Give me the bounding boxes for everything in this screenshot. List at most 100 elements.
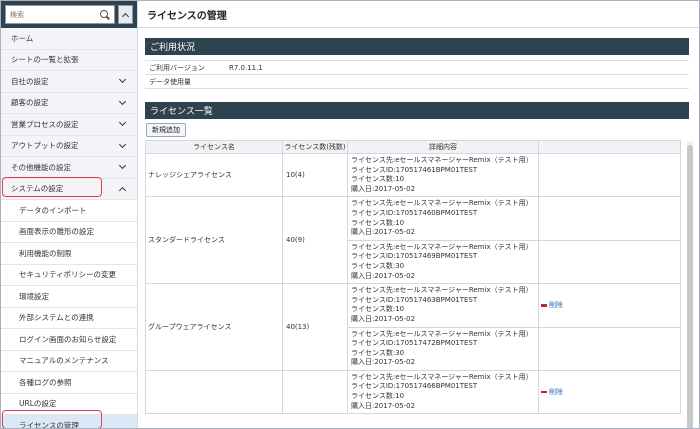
highlight-system-settings — [2, 177, 102, 197]
license-detail: ライセンス先:eセールスマネージャーRemix（テスト用） ライセンスID:17… — [347, 369, 539, 415]
license-detail: ライセンス先:eセールスマネージャーRemix（テスト用） ライセンスID:17… — [347, 196, 539, 241]
sidebar-subitem-environment[interactable]: 環境設定 — [1, 286, 137, 308]
license-count: 40(13) — [282, 283, 348, 371]
table-row: グループウェアライセンス 40(13) ライセンス先:eセールスマネージャーRe… — [145, 283, 681, 371]
detail-line: 購入日:2017-05-02 — [351, 401, 416, 410]
license-table: ライセンス名 ライセンス数(残数) 詳細内容 ナレッジシェアライセンス 10(4… — [145, 140, 681, 415]
detail-line: 購入日:2017-05-02 — [351, 271, 416, 280]
sidebar-item-other-settings[interactable]: その他機能の設定 — [1, 157, 137, 179]
column-header-action — [538, 140, 681, 154]
delete-button[interactable]: 削除 — [541, 300, 680, 310]
sidebar-subitem-login-notice[interactable]: ログイン画面のお知らせ設定 — [1, 329, 137, 351]
sidebar-subitem-label: 利用機能の制限 — [19, 248, 72, 258]
license-name[interactable] — [145, 369, 283, 415]
detail-line: 購入日:2017-05-02 — [351, 358, 416, 367]
detail-line: ライセンスID:170517472BPM01TEST — [351, 339, 478, 348]
license-action — [538, 196, 681, 241]
main-content: ライセンスの管理 ご利用状況 ご利用バージョン R7.0.11.1 データ使用量… — [138, 1, 699, 428]
sidebar-subitem-label: マニュアルのメンテナンス — [19, 356, 109, 366]
detail-line: 購入日:2017-05-02 — [351, 228, 416, 237]
sidebar: ホーム シートの一覧と拡張 自社の設定 顧客の設定 営業プロセスの設定 アウトプ… — [1, 1, 138, 428]
sidebar-subitem-data-import[interactable]: データのインポート — [1, 200, 137, 222]
license-action: 削除 — [538, 283, 681, 328]
add-license-button[interactable]: 新規追加 — [146, 123, 186, 137]
delete-button[interactable]: 削除 — [541, 387, 680, 397]
detail-line: 購入日:2017-05-02 — [351, 184, 416, 193]
sidebar-item-label: ホーム — [11, 33, 34, 43]
chevron-up-icon — [118, 186, 127, 194]
sidebar-item-sheets[interactable]: シートの一覧と拡張 — [1, 50, 137, 71]
usage-row-version: ご利用バージョン R7.0.11.1 — [145, 61, 689, 75]
data-usage-label: データ使用量 — [149, 77, 191, 86]
sidebar-item-label: シートの一覧と拡張 — [11, 55, 79, 65]
sidebar-search-bar — [1, 1, 137, 28]
chevron-down-icon — [118, 97, 127, 105]
sidebar-subitem-label: 各種ログの参照 — [19, 377, 72, 387]
sidebar-item-home[interactable]: ホーム — [1, 28, 137, 50]
delete-label: 削除 — [549, 388, 563, 397]
license-count: 10(4) — [282, 152, 348, 198]
license-section-header: ライセンス一覧 — [145, 102, 689, 119]
sidebar-subitem-security-policy[interactable]: セキュリティポリシーの変更 — [1, 264, 137, 286]
sidebar-item-label: 営業プロセスの設定 — [11, 119, 79, 129]
column-header-name: ライセンス名 — [145, 140, 283, 154]
sidebar-subitem-manual-maintenance[interactable]: マニュアルのメンテナンス — [1, 350, 137, 372]
sidebar-item-label: アウトプットの設定 — [11, 141, 79, 151]
chevron-up-icon — [121, 12, 130, 20]
sidebar-subitem-label: データのインポート — [19, 205, 87, 215]
sidebar-item-label: その他機能の設定 — [11, 162, 71, 172]
sidebar-subitem-label: URLの設定 — [19, 399, 57, 409]
sidebar-subitem-feature-restriction[interactable]: 利用機能の制限 — [1, 243, 137, 265]
detail-line: ライセンスID:170517466BPM01TEST — [351, 382, 478, 391]
license-name[interactable]: ナレッジシェアライセンス — [145, 152, 283, 198]
chevron-down-icon — [118, 119, 127, 127]
column-header-count: ライセンス数(残数) — [282, 140, 348, 154]
column-header-detail: 詳細内容 — [347, 140, 539, 154]
sidebar-item-output-settings[interactable]: アウトプットの設定 — [1, 136, 137, 157]
detail-line: ライセンス数:10 — [351, 175, 405, 184]
sidebar-subitem-label: 環境設定 — [19, 291, 49, 301]
scrollbar-thumb[interactable] — [687, 145, 693, 428]
license-detail: ライセンス先:eセールスマネージャーRemix（テスト用） ライセンスID:17… — [347, 152, 539, 198]
usage-row-data: データ使用量 — [145, 75, 689, 89]
sidebar-subitem-label: セキュリティポリシーの変更 — [19, 270, 117, 280]
detail-line: 購入日:2017-05-02 — [351, 314, 416, 323]
delete-label: 削除 — [549, 301, 563, 310]
license-detail: ライセンス先:eセールスマネージャーRemix（テスト用） ライセンスID:17… — [347, 283, 539, 328]
sidebar-item-company-settings[interactable]: 自社の設定 — [1, 71, 137, 93]
app-window: ホーム シートの一覧と拡張 自社の設定 顧客の設定 営業プロセスの設定 アウトプ… — [0, 0, 700, 429]
page-title: ライセンスの管理 — [147, 10, 227, 22]
search-icon[interactable] — [100, 9, 110, 20]
sidebar-collapse-button[interactable] — [118, 5, 133, 24]
sidebar-item-sales-process-settings[interactable]: 営業プロセスの設定 — [1, 114, 137, 136]
usage-section-header: ご利用状況 — [145, 38, 689, 55]
sidebar-subitem-logs[interactable]: 各種ログの参照 — [1, 372, 137, 394]
license-name[interactable]: スタンダードライセンス — [145, 196, 283, 285]
content-scrollbar[interactable] — [687, 141, 693, 428]
detail-line: ライセンス数:10 — [351, 218, 405, 227]
license-name[interactable]: グループウェアライセンス — [145, 283, 283, 371]
sidebar-subitem-label: ログイン画面のお知らせ設定 — [19, 334, 117, 344]
highlight-license-management — [2, 410, 102, 428]
license-detail: ライセンス先:eセールスマネージャーRemix（テスト用） ライセンスID:17… — [347, 326, 539, 371]
chevron-down-icon — [118, 140, 127, 148]
sidebar-subitem-display-template[interactable]: 画面表示の雛形の設定 — [1, 221, 137, 243]
detail-line: ライセンス数:10 — [351, 392, 405, 401]
detail-line: ライセンス先:eセールスマネージャーRemix（テスト用） — [351, 156, 533, 164]
section-title: ご利用状況 — [150, 43, 196, 53]
detail-line: ライセンス先:eセールスマネージャーRemix（テスト用） — [351, 372, 533, 381]
sidebar-subitem-external-integration[interactable]: 外部システムとの連携 — [1, 307, 137, 329]
search-input[interactable] — [10, 10, 96, 19]
sidebar-subitem-label: 外部システムとの連携 — [19, 313, 94, 323]
add-license-button-label: 新規追加 — [152, 126, 180, 134]
detail-line: ライセンス先:eセールスマネージャーRemix（テスト用） — [351, 329, 533, 338]
table-row: スタンダードライセンス 40(9) ライセンス先:eセールスマネージャーRemi… — [145, 196, 681, 285]
sidebar-subitem-label: 画面表示の雛形の設定 — [19, 227, 94, 237]
license-action — [538, 239, 681, 285]
license-detail: ライセンス先:eセールスマネージャーRemix（テスト用） ライセンスID:17… — [347, 239, 539, 285]
detail-line: ライセンス数:30 — [351, 348, 405, 357]
detail-line: ライセンスID:170517460BPM01TEST — [351, 208, 478, 217]
detail-line: ライセンス先:eセールスマネージャーRemix（テスト用） — [351, 242, 533, 251]
sidebar-item-customer-settings[interactable]: 顧客の設定 — [1, 93, 137, 114]
minus-icon — [541, 390, 547, 394]
